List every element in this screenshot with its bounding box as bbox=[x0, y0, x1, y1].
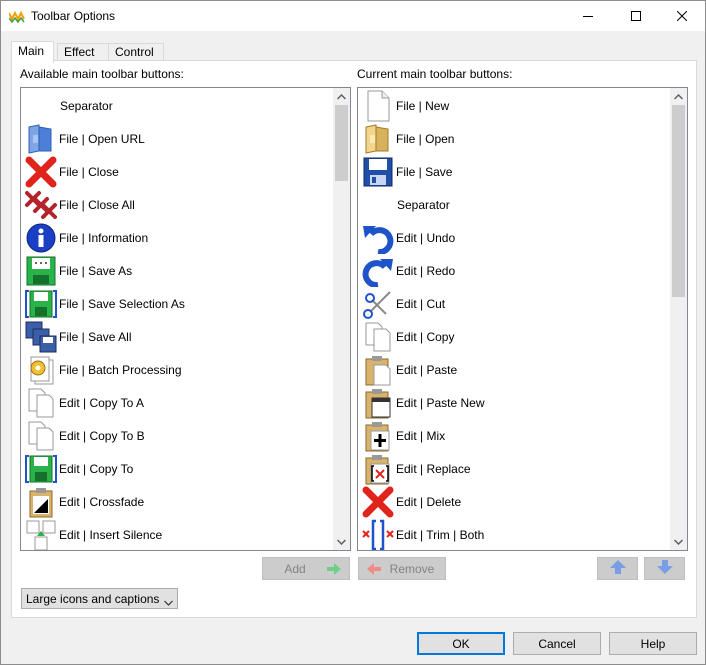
maximize-button[interactable] bbox=[613, 1, 659, 31]
copy-icon bbox=[25, 420, 57, 452]
move-up-button[interactable] bbox=[597, 557, 638, 580]
insert-silence-icon bbox=[25, 519, 57, 550]
list-item[interactable]: Edit | Copy bbox=[358, 319, 670, 352]
toolbar-options-dialog: Toolbar Options Main Effect Control Avai… bbox=[0, 0, 706, 665]
redo-icon bbox=[362, 255, 394, 287]
list-item[interactable]: File | Open bbox=[358, 121, 670, 154]
list-item[interactable]: Edit | Paste New bbox=[358, 385, 670, 419]
save-selection-icon bbox=[25, 453, 57, 485]
list-item[interactable]: File | New bbox=[358, 88, 670, 122]
scroll-down-arrow-icon[interactable] bbox=[333, 533, 350, 550]
copy-icon bbox=[362, 321, 394, 353]
ok-button[interactable]: OK bbox=[417, 632, 505, 655]
paste-new-icon bbox=[362, 387, 394, 419]
available-buttons-list[interactable]: Separator File | Open URL File | Close F… bbox=[20, 87, 351, 551]
available-list-label: Available main toolbar buttons: bbox=[20, 67, 184, 81]
arrow-right-icon bbox=[327, 562, 341, 579]
list-item[interactable]: Edit | Trim | Both bbox=[358, 517, 670, 550]
close-window-button[interactable] bbox=[659, 1, 705, 31]
save-selection-icon bbox=[25, 288, 57, 320]
current-list-label: Current main toolbar buttons: bbox=[357, 67, 513, 81]
undo-icon bbox=[362, 222, 394, 254]
mix-icon bbox=[362, 420, 394, 452]
list-item[interactable]: Separator bbox=[358, 187, 670, 220]
current-buttons-list[interactable]: File | New File | Open File | Save Separ… bbox=[357, 87, 688, 551]
scissors-icon bbox=[362, 288, 394, 320]
list-item[interactable]: File | Save As bbox=[21, 253, 333, 286]
information-icon bbox=[25, 222, 57, 254]
list-item[interactable]: Edit | Insert Silence bbox=[21, 517, 333, 550]
minimize-button[interactable] bbox=[565, 1, 611, 31]
window-title: Toolbar Options bbox=[31, 9, 116, 23]
cancel-button[interactable]: Cancel bbox=[513, 632, 601, 655]
copy-icon bbox=[25, 387, 57, 419]
move-down-button[interactable] bbox=[644, 557, 685, 580]
list-item[interactable]: Edit | Paste bbox=[358, 352, 670, 386]
current-list-scrollbar[interactable] bbox=[670, 88, 687, 550]
list-item[interactable]: Edit | Copy To bbox=[21, 451, 333, 484]
title-bar: Toolbar Options bbox=[1, 1, 705, 31]
list-item[interactable]: Edit | Copy To B bbox=[21, 418, 333, 451]
new-document-icon bbox=[362, 90, 394, 122]
list-item[interactable]: Edit | Undo bbox=[358, 220, 670, 254]
tab-main[interactable]: Main bbox=[11, 41, 54, 63]
crossfade-icon bbox=[25, 486, 57, 518]
save-all-icon bbox=[25, 321, 57, 353]
arrow-left-icon bbox=[367, 562, 381, 579]
list-item[interactable]: Edit | Copy To A bbox=[21, 385, 333, 418]
replace-icon bbox=[362, 453, 394, 485]
scroll-up-arrow-icon[interactable] bbox=[333, 88, 350, 105]
save-floppy-icon bbox=[362, 156, 394, 188]
available-list-scrollbar[interactable] bbox=[333, 88, 350, 550]
delete-icon bbox=[362, 486, 394, 518]
scroll-up-arrow-icon[interactable] bbox=[670, 88, 687, 105]
list-item[interactable]: File | Close All bbox=[21, 187, 333, 220]
scrollbar-thumb[interactable] bbox=[672, 105, 685, 297]
list-item[interactable]: File | Close bbox=[21, 154, 333, 188]
open-url-icon bbox=[25, 123, 57, 155]
tab-control[interactable]: Control bbox=[108, 43, 164, 61]
list-item[interactable]: File | Save bbox=[358, 154, 670, 187]
paste-icon bbox=[362, 354, 394, 386]
list-item[interactable]: File | Save All bbox=[21, 319, 333, 353]
help-button[interactable]: Help bbox=[609, 632, 697, 655]
save-as-icon bbox=[25, 255, 57, 287]
list-item[interactable]: File | Information bbox=[21, 220, 333, 253]
close-red-x-icon bbox=[25, 156, 57, 188]
list-item[interactable]: Separator bbox=[21, 88, 333, 121]
list-item[interactable]: File | Save Selection As bbox=[21, 286, 333, 319]
list-item[interactable]: Edit | Cut bbox=[358, 286, 670, 319]
add-button[interactable]: Add bbox=[262, 557, 350, 580]
list-item[interactable]: File | Batch Processing bbox=[21, 352, 333, 385]
list-item[interactable]: File | Open URL bbox=[21, 121, 333, 154]
arrow-down-icon bbox=[656, 560, 673, 577]
list-item[interactable]: Edit | Replace bbox=[358, 451, 670, 485]
close-all-icon bbox=[25, 189, 57, 221]
list-item[interactable]: Edit | Delete bbox=[358, 484, 670, 518]
list-item[interactable]: Edit | Crossfade bbox=[21, 484, 333, 518]
batch-processing-icon bbox=[25, 354, 57, 386]
display-mode-select[interactable]: Large icons and captions bbox=[21, 588, 178, 609]
open-folder-icon bbox=[362, 123, 394, 155]
remove-button[interactable]: Remove bbox=[358, 557, 446, 580]
arrow-up-icon bbox=[609, 560, 626, 577]
tab-effect[interactable]: Effect bbox=[57, 43, 109, 61]
list-item[interactable]: Edit | Mix bbox=[358, 418, 670, 452]
scroll-down-arrow-icon[interactable] bbox=[670, 533, 687, 550]
scrollbar-thumb[interactable] bbox=[335, 105, 348, 181]
chevron-down-icon bbox=[164, 595, 173, 609]
app-waveform-icon bbox=[8, 9, 25, 24]
trim-both-icon bbox=[362, 519, 394, 550]
list-item[interactable]: Edit | Redo bbox=[358, 253, 670, 287]
